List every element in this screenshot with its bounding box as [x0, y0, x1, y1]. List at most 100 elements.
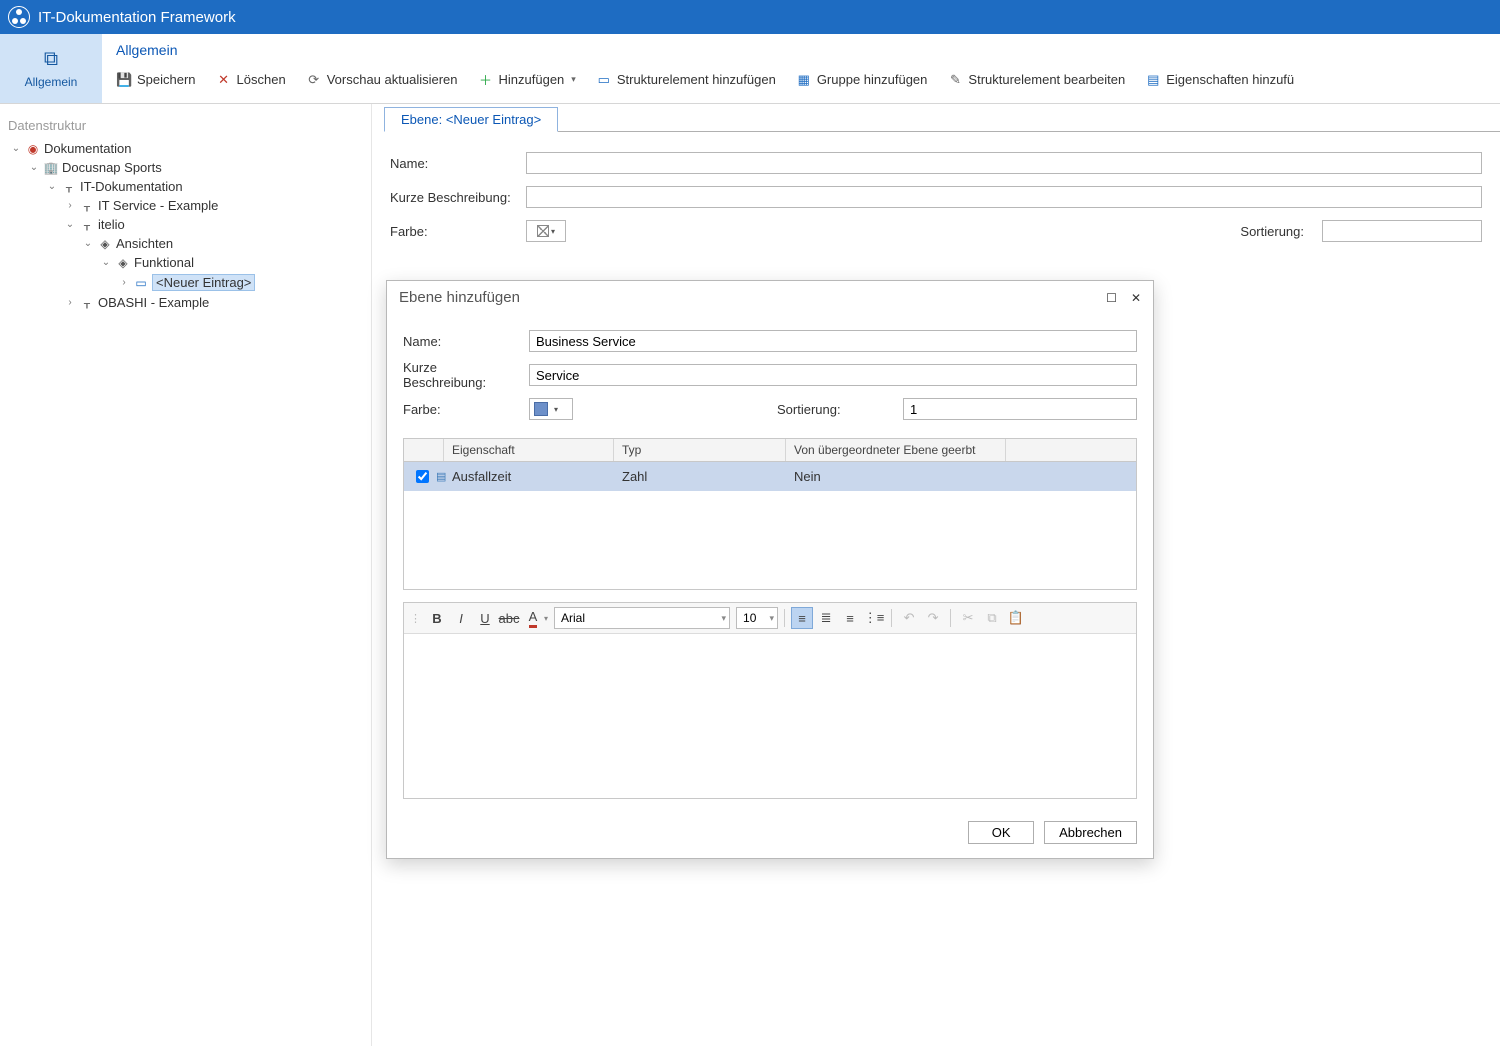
sort-input[interactable] [1322, 220, 1482, 242]
pencil-icon: ✎ [947, 72, 963, 88]
tab-level[interactable]: Ebene: <Neuer Eintrag> [384, 107, 558, 132]
collapse-icon[interactable]: ⌄ [46, 181, 58, 192]
collapse-icon[interactable]: ⌄ [100, 257, 112, 268]
add-button[interactable]: ＋ Hinzufügen ▾ [468, 66, 586, 93]
align-right-button[interactable]: ≡ [839, 607, 861, 629]
group-add-icon: ▦ [796, 72, 812, 88]
name-input[interactable] [526, 152, 1482, 174]
bold-button[interactable]: B [426, 607, 448, 629]
properties-table: Eigenschaft Typ Von übergeordneter Ebene… [403, 438, 1137, 590]
tree-node-itelio[interactable]: ⌄ ᚁ itelio [60, 215, 365, 234]
rte-content-area[interactable] [404, 634, 1136, 798]
toolbar-grip-icon: ⋮ [410, 612, 420, 625]
tab-strip: Ebene: <Neuer Eintrag> [384, 106, 1500, 132]
paste-button[interactable]: 📋 [1005, 607, 1027, 629]
doc-root-icon: ◉ [25, 142, 41, 156]
rich-text-editor: ⋮ B I U abc A ▾ ≡ ≣ ≡ ⋮≡ ↶ ↷ [403, 602, 1137, 799]
undo-button[interactable]: ↶ [898, 607, 920, 629]
table-header: Eigenschaft Typ Von übergeordneter Ebene… [404, 439, 1136, 462]
font-family-select[interactable] [554, 607, 730, 629]
tree-node-service-example[interactable]: › ᚁ IT Service - Example [60, 196, 365, 215]
align-center-button[interactable]: ≣ [815, 607, 837, 629]
label-name: Name: [390, 156, 516, 171]
hierarchy-icon: ᚁ [61, 180, 77, 194]
cut-button[interactable]: ✂ [957, 607, 979, 629]
row-checkbox[interactable] [416, 470, 429, 483]
chevron-down-icon: ▾ [551, 227, 555, 236]
cancel-button[interactable]: Abbrechen [1044, 821, 1137, 844]
add-structure-element-button[interactable]: ▭ Strukturelement hinzufügen [586, 68, 786, 92]
properties-icon: ▤ [1145, 72, 1161, 88]
redo-button[interactable]: ↷ [922, 607, 944, 629]
copy-button[interactable]: ⧉ [981, 607, 1003, 629]
hierarchy-icon: ᚁ [79, 218, 95, 232]
refresh-icon: ⟳ [306, 72, 322, 88]
toolbar: 💾 Speichern ✕ Löschen ⟳ Vorschau aktuali… [102, 62, 1500, 103]
dialog-title: Ebene hinzufügen [399, 289, 520, 306]
chevron-down-icon[interactable]: ▾ [544, 614, 548, 623]
close-icon[interactable]: ✕ [1131, 291, 1141, 305]
color-swatch-empty-icon [537, 225, 549, 237]
expand-icon[interactable]: › [64, 297, 76, 308]
font-color-button[interactable]: A [522, 607, 544, 629]
bullet-list-button[interactable]: ⋮≡ [863, 607, 885, 629]
dlg-label-color: Farbe: [403, 402, 519, 417]
label-color: Farbe: [390, 224, 516, 239]
col-property[interactable]: Eigenschaft [444, 439, 614, 461]
tree-node-obashi[interactable]: › ᚁ OBASHI - Example [60, 293, 365, 312]
dialog-titlebar[interactable]: Ebene hinzufügen ☐ ✕ [387, 281, 1153, 314]
col-spacer [1006, 439, 1136, 461]
save-button[interactable]: 💾 Speichern [106, 68, 206, 92]
save-icon: 💾 [116, 72, 132, 88]
expand-icon[interactable]: › [64, 200, 76, 211]
refresh-preview-button[interactable]: ⟳ Vorschau aktualisieren [296, 68, 468, 92]
color-picker[interactable]: ▾ [526, 220, 566, 242]
tree-node-funktional[interactable]: ⌄ ◈ Funktional [96, 253, 365, 272]
tree-node-itdoc[interactable]: ⌄ ᚁ IT-Dokumentation [42, 177, 365, 196]
collapse-icon[interactable]: ⌄ [64, 219, 76, 230]
dlg-sort-input[interactable] [903, 398, 1137, 420]
titlebar: IT-Dokumentation Framework [0, 0, 1500, 34]
plus-icon: ＋ [478, 70, 494, 89]
dlg-color-picker[interactable]: ▾ [529, 398, 573, 420]
app-logo-icon [8, 6, 30, 28]
ribbon-group-title: Allgemein [102, 34, 1500, 62]
collapse-icon[interactable]: ⌄ [10, 143, 22, 154]
label-desc: Kurze Beschreibung: [390, 190, 516, 205]
add-group-button[interactable]: ▦ Gruppe hinzufügen [786, 68, 938, 92]
strikethrough-button[interactable]: abc [498, 607, 520, 629]
ribbon-tab-label: Allgemein [25, 75, 78, 89]
tree: ⌄ ◉ Dokumentation ⌄ 🏢 Docusnap Sports [6, 139, 365, 312]
table-empty-area [404, 491, 1136, 589]
description-input[interactable] [526, 186, 1482, 208]
maximize-icon[interactable]: ☐ [1106, 291, 1117, 305]
align-left-button[interactable]: ≡ [791, 607, 813, 629]
underline-button[interactable]: U [474, 607, 496, 629]
italic-button[interactable]: I [450, 607, 472, 629]
dlg-name-input[interactable] [529, 330, 1137, 352]
label-sort: Sortierung: [1240, 224, 1304, 239]
tree-node-new-entry[interactable]: › ▭ <Neuer Eintrag> [114, 272, 365, 293]
chevron-down-icon: ▾ [554, 405, 558, 414]
tree-node-root[interactable]: ⌄ ◉ Dokumentation [6, 139, 365, 158]
col-type[interactable]: Typ [614, 439, 786, 461]
font-size-select[interactable] [736, 607, 778, 629]
tree-node-ansichten[interactable]: ⌄ ◈ Ansichten [78, 234, 365, 253]
expand-icon[interactable]: › [118, 277, 130, 288]
chevron-down-icon: ▾ [571, 74, 576, 85]
dlg-description-input[interactable] [529, 364, 1137, 386]
collapse-icon[interactable]: ⌄ [28, 162, 40, 173]
delete-button[interactable]: ✕ Löschen [206, 68, 296, 92]
collapse-icon[interactable]: ⌄ [82, 238, 94, 249]
hierarchy-icon: ᚁ [79, 296, 95, 310]
table-row[interactable]: ▤ Ausfallzeit Zahl Nein [404, 462, 1136, 491]
app-title: IT-Dokumentation Framework [38, 9, 236, 26]
ok-button[interactable]: OK [968, 821, 1034, 844]
sidebar-title: Datenstruktur [6, 114, 365, 139]
edit-properties-button[interactable]: ▤ Eigenschaften hinzufü [1135, 68, 1304, 92]
col-inherited[interactable]: Von übergeordneter Ebene geerbt [786, 439, 1006, 461]
tree-node-company[interactable]: ⌄ 🏢 Docusnap Sports [24, 158, 365, 177]
rte-toolbar: ⋮ B I U abc A ▾ ≡ ≣ ≡ ⋮≡ ↶ ↷ [404, 603, 1136, 634]
edit-structure-element-button[interactable]: ✎ Strukturelement bearbeiten [937, 68, 1135, 92]
ribbon-tab-allgemein[interactable]: ⧉ Allgemein [0, 34, 102, 103]
